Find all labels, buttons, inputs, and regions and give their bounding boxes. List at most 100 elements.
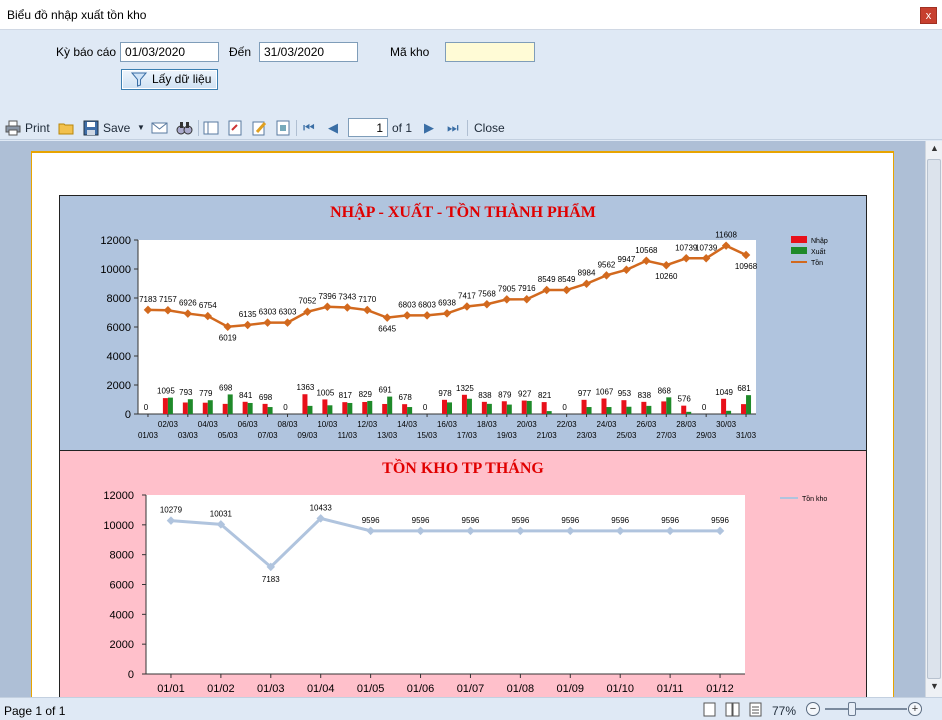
close-report-button[interactable]: Close: [474, 120, 505, 136]
chart1-x-tick-label: 31/03: [736, 431, 757, 440]
chart1-ton-label: 8984: [578, 269, 596, 278]
email-icon[interactable]: [151, 120, 168, 136]
chart-ton-kho-thang: TỒN KHO TP THÁNG 12000 10000 8000 6000 4000 2…: [59, 450, 867, 697]
save-button[interactable]: Save: [103, 120, 130, 136]
chart1-bar-nhap: [362, 401, 368, 414]
report-viewer[interactable]: NHẬP - XUẤT - TỒN THÀNH PHẨM 12000 10000 8…: [0, 141, 925, 697]
save-icon[interactable]: [83, 120, 99, 136]
filter-panel: Kỳ báo cáo Đến Mã kho Lấy dữ liệu: [0, 31, 942, 115]
chart1-y-tick-label: 8000: [107, 293, 131, 305]
chart1-x-tick-label: 23/03: [577, 431, 598, 440]
chart2-x-tick-label: 01/06: [407, 683, 435, 695]
chart2-y-tick-label: 10000: [103, 520, 134, 532]
chart1-nhap-label: 678: [398, 393, 412, 402]
chart1-nhap-label: 868: [658, 386, 672, 395]
view-single-page-icon[interactable]: [702, 702, 717, 720]
chart1-ton-label: 9947: [618, 255, 636, 264]
chart1-bar-xuat: [666, 397, 672, 414]
chart1-nhap-label: 779: [199, 389, 213, 398]
zoom-in-icon[interactable]: +: [908, 702, 922, 716]
chart1-bar-nhap: [721, 398, 727, 414]
chart1-bar-nhap: [501, 401, 507, 414]
chart1-bar-nhap: [182, 402, 188, 414]
previous-page-icon[interactable]: ◀: [328, 120, 338, 136]
chart2-x-tick-label: 01/01: [157, 683, 185, 695]
chart1-bar-xuat: [586, 407, 592, 414]
chart1-x-tick-label: 06/03: [238, 420, 259, 429]
toolbar-separator: [467, 120, 468, 136]
zoom-slider[interactable]: [825, 708, 907, 710]
chart1-ton-label: 8549: [558, 275, 576, 284]
chart2-x-tick-label: 01/11: [657, 683, 684, 695]
chart1-x-tick-label: 17/03: [457, 431, 478, 440]
chart1-x-tick-label: 19/03: [497, 431, 518, 440]
chart1-x-tick-label: 30/03: [716, 420, 737, 429]
chart1-nhap-label: 681: [737, 384, 751, 393]
chart1-ton-label: 6645: [378, 325, 396, 334]
export-icon[interactable]: [275, 120, 291, 136]
chart1-bar-nhap: [521, 400, 527, 414]
chart1-bar-nhap: [302, 394, 308, 414]
page-setup-icon[interactable]: [227, 120, 243, 136]
chart2-x-tick-label: 01/12: [706, 683, 734, 695]
edit-icon[interactable]: [251, 120, 267, 136]
chart1-x-tick-label: 13/03: [377, 431, 398, 440]
fetch-data-label: Lấy dữ liệu: [152, 72, 212, 86]
print-button[interactable]: Print: [25, 120, 50, 136]
save-dropdown-icon[interactable]: ▼: [137, 120, 145, 136]
open-folder-icon[interactable]: [58, 120, 75, 136]
chart2-point-label: 9596: [711, 516, 729, 525]
toolbar-separator: [198, 120, 199, 136]
chart2-y-tick-label: 4000: [110, 609, 134, 621]
fetch-data-button[interactable]: Lấy dữ liệu: [121, 69, 218, 90]
close-window-button[interactable]: x: [920, 7, 937, 24]
page-number-input[interactable]: [348, 118, 388, 137]
chart1-bar-xuat: [626, 406, 632, 414]
find-icon[interactable]: [176, 120, 193, 136]
next-page-icon[interactable]: ▶: [424, 120, 434, 136]
vertical-scrollbar[interactable]: ▲ ▼: [925, 141, 942, 697]
chart2-legend-label: Tồn kho: [802, 494, 827, 503]
page-count-label: of 1: [392, 121, 413, 135]
print-icon[interactable]: [5, 120, 21, 136]
warehouse-input[interactable]: [445, 42, 535, 62]
view-multi-page-icon[interactable]: [725, 702, 740, 720]
chart1-x-tick-label: 24/03: [596, 420, 617, 429]
chart1-x-tick-label: 12/03: [357, 420, 378, 429]
chart1-ton-label: 7183: [139, 295, 157, 304]
zoom-out-icon[interactable]: −: [806, 702, 820, 716]
page-status: Page 1 of 1: [4, 704, 66, 718]
chart1-x-tick-label: 14/03: [397, 420, 418, 429]
chart1-x-tick-label: 22/03: [557, 420, 578, 429]
chart2-svg: 12000 10000 8000 6000 4000 2000 0 01/01 01/02 01/…: [103, 490, 827, 695]
to-date-input[interactable]: [259, 42, 358, 62]
report-toolbar: Print Save ▼ ⏮ ◀ of 1 ▶ ⏭ Close: [0, 116, 942, 140]
chart1-bar-xuat: [526, 400, 532, 414]
chart1-ton-label: 7905: [498, 284, 516, 293]
chart1-bar-xuat: [307, 405, 313, 414]
page-layout-icon[interactable]: [203, 120, 219, 136]
chart1-y-tick-label: 4000: [107, 351, 131, 363]
first-page-icon[interactable]: ⏮: [303, 120, 315, 136]
chart1-bar-xuat: [506, 404, 512, 414]
chart1-x-tick-label: 03/03: [178, 431, 199, 440]
last-page-icon[interactable]: ⏭: [447, 120, 459, 136]
view-continuous-icon[interactable]: [748, 702, 763, 720]
from-date-input[interactable]: [120, 42, 219, 62]
scroll-thumb[interactable]: [927, 159, 941, 679]
zoom-slider-handle[interactable]: [848, 702, 856, 716]
scroll-down-icon[interactable]: ▼: [928, 681, 941, 695]
chart1-ton-label: 10739: [695, 243, 718, 252]
chart1-x-tick-label: 09/03: [297, 431, 318, 440]
chart1-bar-nhap: [601, 398, 607, 414]
chart1-nhap-label: 879: [498, 390, 512, 399]
scroll-up-icon[interactable]: ▲: [928, 143, 941, 157]
report-period-label: Kỳ báo cáo: [56, 45, 117, 59]
chart2-point-label: 9596: [462, 516, 480, 525]
chart1-nhap-label: 977: [578, 389, 592, 398]
chart1-x-tick-label: 26/03: [636, 420, 657, 429]
chart1-bar-nhap: [541, 402, 547, 414]
chart1-bar-xuat: [387, 396, 393, 414]
chart1-bar-xuat: [606, 407, 612, 414]
chart1-ton-label: 10968: [735, 262, 758, 271]
